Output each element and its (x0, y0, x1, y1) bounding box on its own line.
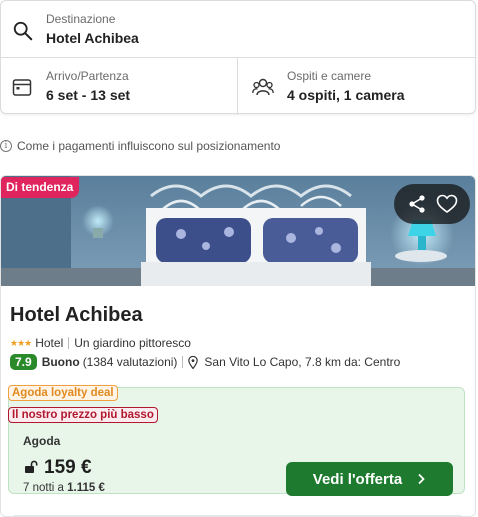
hotel-name[interactable]: Hotel Achibea (10, 304, 143, 327)
provider-name: Agoda (23, 434, 61, 448)
divider (182, 356, 184, 368)
dates-label: Arrivo/Partenza (46, 69, 129, 83)
destination-value: Hotel Achibea (46, 30, 139, 46)
trending-badge: Di tendenza (1, 177, 80, 198)
view-offer-label: Vedi l'offerta (312, 470, 403, 488)
hotel-card[interactable]: Di tendenza Hotel Achibea ★★★ Hotel Un g… (0, 175, 476, 517)
review-count: (1384 valutazioni) (82, 355, 178, 369)
total-amount: 1.115 € (67, 482, 105, 494)
loyalty-deal-tag: Agoda loyalty deal (8, 385, 118, 401)
hotel-type: Hotel (35, 336, 64, 350)
calendar-icon (12, 79, 32, 96)
guests-label: Ospiti e camere (287, 69, 372, 83)
info-icon: i (0, 140, 12, 152)
location-pin-icon (188, 355, 199, 369)
destination-label: Destinazione (46, 12, 116, 26)
ranking-info-text: Come i pagamenti influiscono sul posizio… (17, 139, 281, 153)
hotel-meta: ★★★ Hotel Un giardino pittoresco (10, 336, 191, 350)
hotel-highlight: Un giardino pittoresco (74, 336, 191, 350)
divider (68, 337, 70, 349)
guests-value: 4 ospiti, 1 camera (287, 87, 405, 103)
unlock-icon (25, 460, 38, 473)
rating-word: Buono (41, 355, 80, 369)
ranking-info[interactable]: i Come i pagamenti influiscono sul posiz… (0, 139, 280, 153)
view-offer-button[interactable]: Vedi l'offerta (286, 462, 453, 496)
review-score: 7.9 (10, 354, 37, 370)
hotel-photo[interactable]: Di tendenza (1, 176, 475, 286)
dates-value: 6 set - 13 set (46, 87, 131, 103)
share-button[interactable] (406, 193, 428, 215)
star-rating: ★★★ (10, 337, 32, 348)
guests-icon (252, 78, 274, 96)
destination-field[interactable]: Destinazione Hotel Achibea (1, 1, 475, 58)
dates-field[interactable]: Arrivo/Partenza 6 set - 13 set (1, 58, 238, 115)
lowest-price-tag: Il nostro prezzo più basso (8, 407, 158, 423)
search-icon (13, 21, 33, 41)
rating-row: 7.9 Buono (1384 valutazioni) San Vito Lo… (10, 354, 400, 370)
heart-icon (436, 194, 458, 213)
photo-actions (394, 184, 470, 224)
nights-label: 7 notti a (23, 482, 64, 494)
guests-field[interactable]: Ospiti e camere 4 ospiti, 1 camera (238, 58, 477, 115)
chevron-right-icon (418, 473, 425, 485)
nightly-price: 159 € (44, 457, 92, 478)
search-panel: Destinazione Hotel Achibea Arrivo/Parten… (0, 0, 477, 115)
share-icon (409, 195, 425, 213)
hotel-location[interactable]: San Vito Lo Capo, 7.8 km da: Centro (204, 355, 400, 369)
total-price: 7 notti a 1.115 € (23, 482, 105, 494)
favorite-button[interactable] (436, 193, 458, 215)
